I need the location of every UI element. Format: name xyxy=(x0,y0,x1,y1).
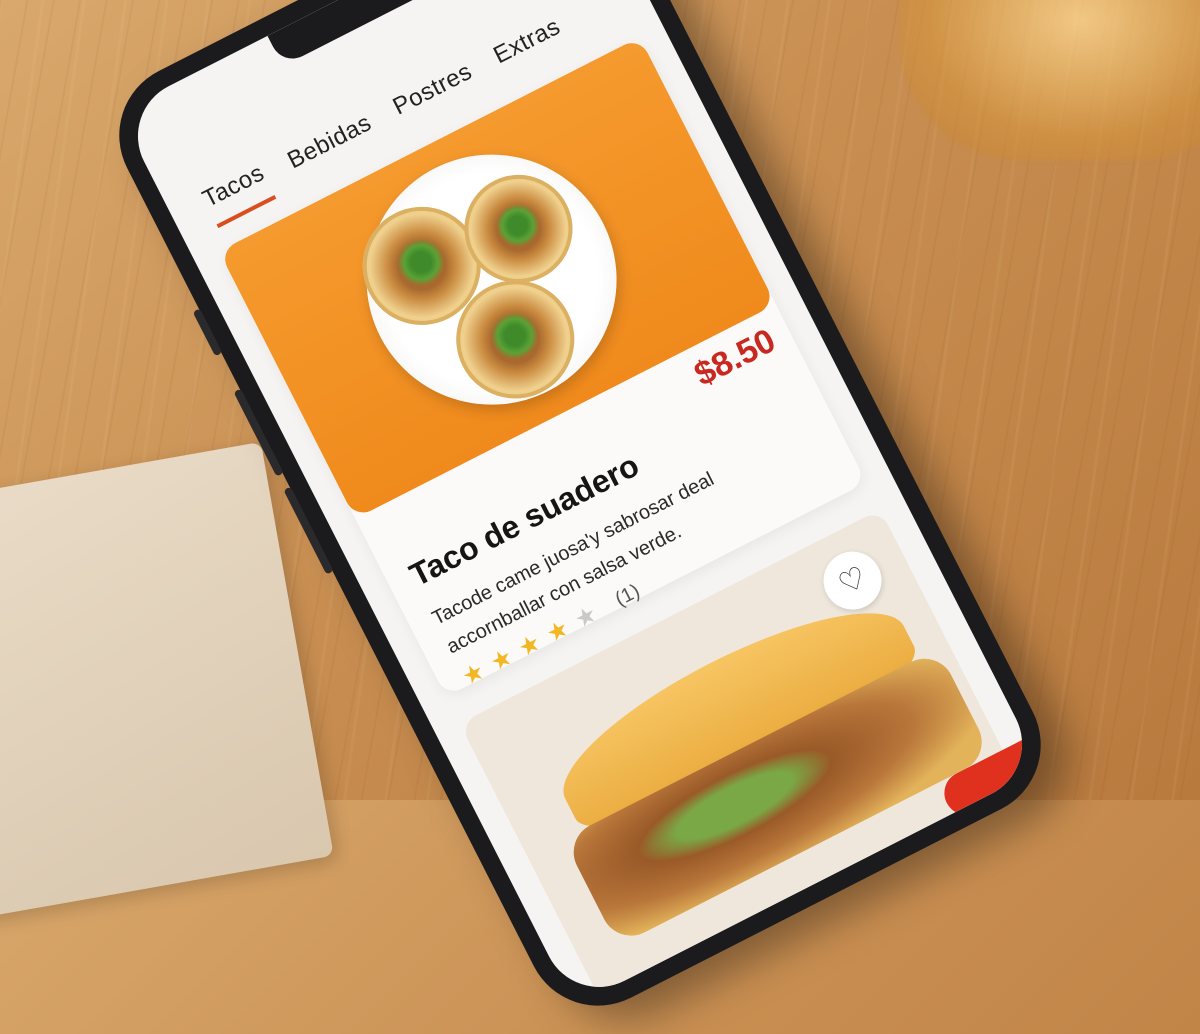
item-photo xyxy=(218,37,776,519)
star-filled-icon: ★ xyxy=(457,657,490,692)
favorite-button[interactable]: ♡ xyxy=(813,541,892,620)
review-count: (1) xyxy=(611,580,644,611)
star-filled-icon: ★ xyxy=(485,643,518,677)
tab-extras[interactable]: Extras xyxy=(489,13,570,81)
star-filled-icon: ★ xyxy=(542,614,574,649)
star-filled-icon: ★ xyxy=(514,628,546,663)
plate-image xyxy=(323,111,660,448)
phone-notch xyxy=(267,0,453,67)
tab-postres[interactable]: Postres xyxy=(389,58,483,132)
tab-tacos[interactable]: Tacos xyxy=(198,159,277,229)
star-empty-icon: ★ xyxy=(570,600,602,635)
tab-bebidas[interactable]: Bebidas xyxy=(283,109,382,186)
heart-outline-icon: ♡ xyxy=(833,559,873,602)
